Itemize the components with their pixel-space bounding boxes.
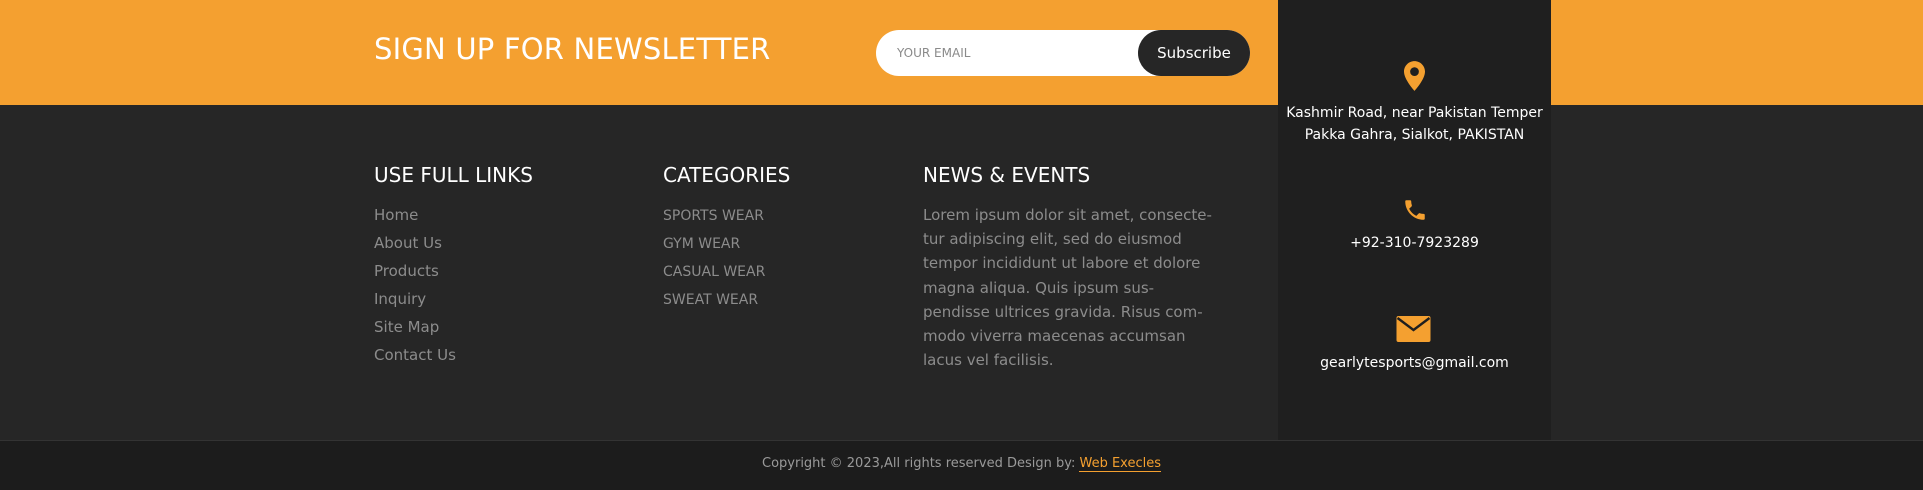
list-item: Home bbox=[374, 205, 456, 233]
category-casual-wear[interactable]: CASUAL WEAR bbox=[663, 264, 765, 280]
contact-panel: Kashmir Road, near Pakistan Temper Pakka… bbox=[1278, 0, 1551, 440]
category-sports-wear[interactable]: SPORTS WEAR bbox=[663, 208, 764, 224]
copyright-label: Copyright © 2023,All rights reserved Des… bbox=[762, 456, 1080, 471]
newsletter-form: Subscribe bbox=[876, 30, 1250, 76]
list-item: SWEAT WEAR bbox=[663, 289, 765, 317]
list-item: Site Map bbox=[374, 317, 456, 345]
subscribe-button[interactable]: Subscribe bbox=[1138, 30, 1250, 76]
categories-list: SPORTS WEAR GYM WEAR CASUAL WEAR SWEAT W… bbox=[663, 205, 765, 317]
address-line-1: Kashmir Road, near Pakistan Temper bbox=[1286, 105, 1543, 121]
link-contact-us[interactable]: Contact Us bbox=[374, 346, 456, 364]
phone-icon bbox=[1405, 200, 1425, 220]
designer-link[interactable]: Web Execles bbox=[1079, 456, 1161, 472]
copyright-bar: Copyright © 2023,All rights reserved Des… bbox=[0, 440, 1923, 490]
list-item: Contact Us bbox=[374, 345, 456, 373]
news-title: NEWS & EVENTS bbox=[923, 163, 1091, 187]
useful-links-title: USE FULL LINKS bbox=[374, 163, 533, 187]
envelope-icon bbox=[1396, 316, 1431, 342]
list-item: SPORTS WEAR bbox=[663, 205, 765, 233]
list-item: About Us bbox=[374, 233, 456, 261]
list-item: CASUAL WEAR bbox=[663, 261, 765, 289]
map-pin-icon bbox=[1404, 61, 1425, 91]
link-products[interactable]: Products bbox=[374, 262, 439, 280]
address-line-2: Pakka Gahra, Sialkot, PAKISTAN bbox=[1304, 127, 1525, 143]
link-home[interactable]: Home bbox=[374, 206, 418, 224]
link-site-map[interactable]: Site Map bbox=[374, 318, 439, 336]
phone-number: +92-310-7923289 bbox=[1350, 235, 1479, 251]
categories-title: CATEGORIES bbox=[663, 163, 791, 187]
category-sweat-wear[interactable]: SWEAT WEAR bbox=[663, 292, 758, 308]
news-text: Lorem ipsum dolor sit amet, consecte-tur… bbox=[923, 206, 1212, 370]
newsletter-bar: SIGN UP FOR NEWSLETTER Subscribe bbox=[0, 0, 1923, 105]
useful-links-list: Home About Us Products Inquiry Site Map … bbox=[374, 205, 456, 373]
footer-main: USE FULL LINKS Home About Us Products In… bbox=[0, 105, 1923, 440]
newsletter-title: SIGN UP FOR NEWSLETTER bbox=[374, 32, 771, 66]
category-gym-wear[interactable]: GYM WEAR bbox=[663, 236, 740, 252]
link-inquiry[interactable]: Inquiry bbox=[374, 290, 426, 308]
email-address: gearlytesports@gmail.com bbox=[1320, 355, 1509, 371]
copyright-text: Copyright © 2023,All rights reserved Des… bbox=[762, 456, 1161, 472]
list-item: Inquiry bbox=[374, 289, 456, 317]
list-item: Products bbox=[374, 261, 456, 289]
email-input[interactable] bbox=[876, 30, 1136, 76]
link-about-us[interactable]: About Us bbox=[374, 234, 442, 252]
list-item: GYM WEAR bbox=[663, 233, 765, 261]
